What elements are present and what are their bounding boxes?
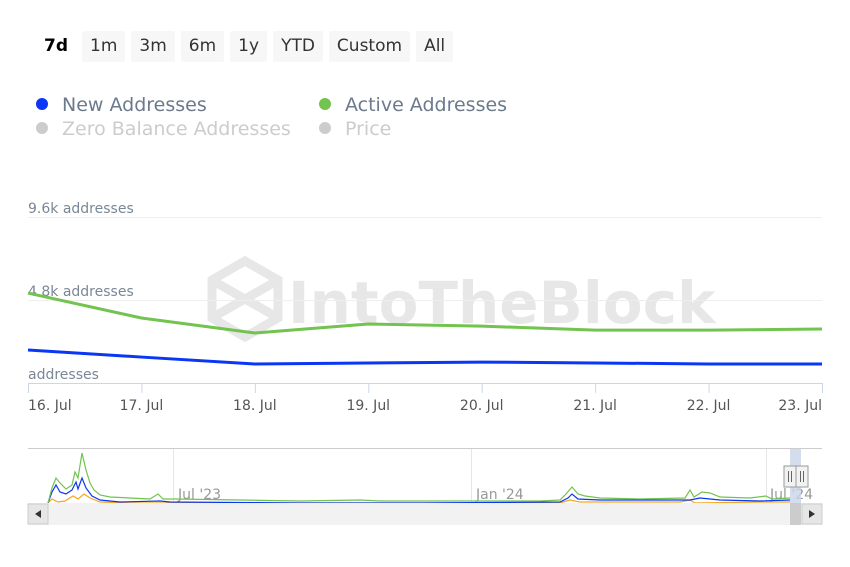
navigator-active-series <box>47 452 791 504</box>
navigator: Jul '23 Jan '24 Jul '24 <box>27 448 823 525</box>
navigator-label: Jul '23 <box>177 487 221 503</box>
series-line-new-addresses[interactable] <box>27 348 822 366</box>
x-tick-label: 18. Jul <box>233 398 277 414</box>
x-tick-label: 17. Jul <box>120 398 164 414</box>
x-tick-label: 16. Jul <box>28 398 72 414</box>
y-tick-label: addresses <box>28 367 99 383</box>
navigator-handle-right[interactable] <box>795 465 809 488</box>
navigator-new-series <box>47 476 791 504</box>
x-tick-label: 23. Jul <box>778 398 822 414</box>
main-chart: IntoTheBlock addresses4.8k addresses9.6k… <box>27 201 823 525</box>
navigator-handle-left[interactable] <box>783 465 797 488</box>
x-axis: 16. Jul 17. Jul 18. Jul 19. Jul 20. Jul 21. J… <box>28 383 823 414</box>
navigator-scrollbar-track[interactable] <box>28 503 822 525</box>
x-tick-label: 20. Jul <box>460 398 504 414</box>
y-tick-label: 9.6k addresses <box>28 201 134 217</box>
scrollbar-thumb[interactable] <box>790 503 801 525</box>
x-tick-label: 21. Jul <box>573 398 617 414</box>
x-tick-label: 19. Jul <box>346 398 390 414</box>
x-tick-label: 22. Jul <box>687 398 731 414</box>
intotheblock-logo-icon <box>207 255 283 343</box>
